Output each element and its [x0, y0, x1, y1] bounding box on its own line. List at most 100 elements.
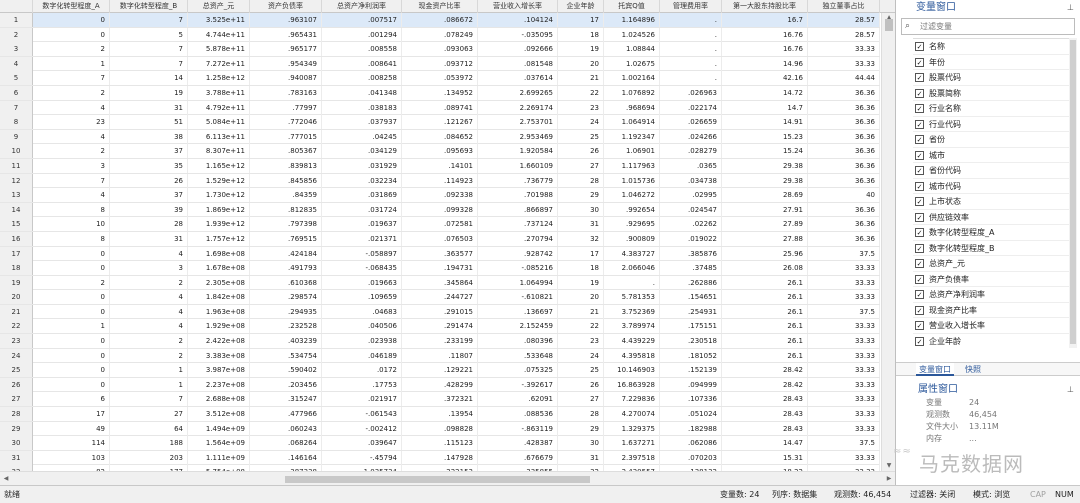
checkbox-icon[interactable]: ✓	[915, 166, 924, 175]
table-cell[interactable]: .031869	[322, 188, 402, 203]
table-cell[interactable]: .080396	[478, 334, 558, 349]
table-cell[interactable]: 2.953469	[478, 129, 558, 144]
table-cell[interactable]: 1.02675	[604, 56, 660, 71]
variable-list-scroll-thumb[interactable]	[1070, 40, 1076, 344]
row-number[interactable]: 16	[0, 231, 33, 246]
table-cell[interactable]: .233199	[402, 334, 478, 349]
variable-item[interactable]: ✓ 数字化转型程度_B	[913, 241, 1073, 256]
table-cell[interactable]: 4	[110, 246, 188, 261]
table-cell[interactable]: 18	[558, 27, 604, 42]
table-cell[interactable]: .590402	[250, 363, 322, 378]
table-cell[interactable]: 29	[558, 188, 604, 203]
column-header[interactable]: 现金资产比率	[402, 0, 478, 13]
table-cell[interactable]: .0365	[660, 158, 722, 173]
variable-item[interactable]: ✓ 上市状态	[913, 194, 1073, 210]
table-cell[interactable]: 0	[33, 348, 110, 363]
table-cell[interactable]: 1.015736	[604, 173, 660, 188]
pin-icon[interactable]: ⊥	[1067, 382, 1074, 397]
table-cell[interactable]: 17	[558, 246, 604, 261]
table-cell[interactable]: 3.383e+08	[188, 348, 250, 363]
variable-item[interactable]: ✓ 行业代码	[913, 117, 1073, 132]
table-cell[interactable]: .089741	[402, 100, 478, 115]
table-cell[interactable]: .001294	[322, 27, 402, 42]
column-header[interactable]: 总资产净利润率	[322, 0, 402, 13]
table-cell[interactable]: .262886	[660, 275, 722, 290]
row-number[interactable]: 31	[0, 450, 33, 465]
table-cell[interactable]: .023938	[322, 334, 402, 349]
table-cell[interactable]: 3	[33, 158, 110, 173]
table-cell[interactable]: 10.146903	[604, 363, 660, 378]
table-cell[interactable]: -.061543	[322, 407, 402, 422]
table-cell[interactable]: 37.5	[808, 436, 880, 451]
table-cell[interactable]: 25	[558, 363, 604, 378]
table-cell[interactable]: .136697	[478, 304, 558, 319]
table-cell[interactable]: .053972	[402, 71, 478, 86]
table-cell[interactable]: 1.06901	[604, 144, 660, 159]
table-cell[interactable]: 26	[110, 173, 188, 188]
table-cell[interactable]: 3.525e+11	[188, 13, 250, 27]
row-number[interactable]: 1	[0, 13, 33, 27]
checkbox-icon[interactable]: ✓	[915, 73, 924, 82]
table-cell[interactable]: 28.43	[722, 407, 808, 422]
table-cell[interactable]: .701988	[478, 188, 558, 203]
table-cell[interactable]: .203456	[250, 377, 322, 392]
table-cell[interactable]: 1.064914	[604, 115, 660, 130]
table-cell[interactable]: 7	[110, 56, 188, 71]
table-cell[interactable]: -.058897	[322, 246, 402, 261]
checkbox-icon[interactable]: ✓	[915, 150, 924, 160]
table-cell[interactable]: 14	[110, 71, 188, 86]
table-row[interactable]: 23 0 2 2.422e+08.403239.023938.233199.08039…	[0, 334, 880, 349]
table-row[interactable]: 2 0 5 4.744e+11.965431.001294.078249 -.03509…	[0, 27, 880, 43]
table-cell[interactable]: 2.422e+08	[188, 334, 250, 349]
table-cell[interactable]: 4	[110, 290, 188, 305]
table-cell[interactable]: 1.329375	[604, 421, 660, 436]
table-cell[interactable]: 1.111e+09	[188, 450, 250, 465]
data-grid[interactable]: 数字化转型程度_A 数字化转型程度_B 总资产_元 资产负债率 总资产净利润率 现金资产比…	[0, 0, 895, 485]
table-cell[interactable]: .046189	[322, 348, 402, 363]
table-cell[interactable]: 0	[33, 363, 110, 378]
table-cell[interactable]: 1.929e+08	[188, 319, 250, 334]
table-cell[interactable]: .037614	[478, 71, 558, 86]
table-cell[interactable]: 26.1	[722, 319, 808, 334]
checkbox-icon[interactable]: ✓	[915, 212, 924, 222]
filter-variables-box[interactable]: ⌕	[901, 18, 1075, 35]
row-number[interactable]: 8	[0, 115, 33, 130]
table-cell[interactable]: 114	[33, 436, 110, 451]
table-cell[interactable]: .02995	[660, 188, 722, 203]
table-cell[interactable]: 64	[110, 421, 188, 436]
table-cell[interactable]: 2.269174	[478, 100, 558, 115]
table-cell[interactable]: 2	[110, 334, 188, 349]
table-cell[interactable]: .024266	[660, 129, 722, 144]
table-cell[interactable]: .403239	[250, 334, 322, 349]
row-number[interactable]: 9	[0, 129, 33, 144]
table-cell[interactable]: .026659	[660, 115, 722, 130]
table-cell[interactable]: .372321	[402, 392, 478, 407]
table-cell[interactable]: -.45794	[322, 450, 402, 465]
table-cell[interactable]: .175151	[660, 319, 722, 334]
table-cell[interactable]: 1.494e+09	[188, 421, 250, 436]
table-cell[interactable]: 24	[558, 348, 604, 363]
table-cell[interactable]: 26.1	[722, 348, 808, 363]
table-cell[interactable]: 0	[33, 261, 110, 276]
table-cell[interactable]: 14.91	[722, 115, 808, 130]
variable-item[interactable]: ✓ 供应链效率	[913, 210, 1073, 225]
table-cell[interactable]: 31	[558, 217, 604, 232]
tab-variables[interactable]: 变量窗口	[916, 363, 954, 376]
column-header[interactable]: 第一大股东持股比率	[722, 0, 808, 13]
table-cell[interactable]: 19	[558, 42, 604, 57]
table-cell[interactable]: .845856	[250, 173, 322, 188]
table-cell[interactable]: .114923	[402, 173, 478, 188]
table-cell[interactable]: .963107	[250, 13, 322, 27]
table-cell[interactable]: 36.36	[808, 100, 880, 115]
table-cell[interactable]: .940087	[250, 71, 322, 86]
table-cell[interactable]: 21	[558, 71, 604, 86]
table-cell[interactable]: .254931	[660, 304, 722, 319]
table-row[interactable]: 26 0 1 2.237e+08.203456.17753.428299 -.39261…	[0, 377, 880, 393]
table-cell[interactable]: 1	[33, 319, 110, 334]
table-cell[interactable]: 20	[558, 290, 604, 305]
table-cell[interactable]: 103	[33, 450, 110, 465]
variable-item[interactable]: ✓ 股票代码	[913, 70, 1073, 86]
table-cell[interactable]: .02262	[660, 217, 722, 232]
checkbox-icon[interactable]: ✓	[915, 119, 924, 129]
table-cell[interactable]: 28	[558, 407, 604, 422]
